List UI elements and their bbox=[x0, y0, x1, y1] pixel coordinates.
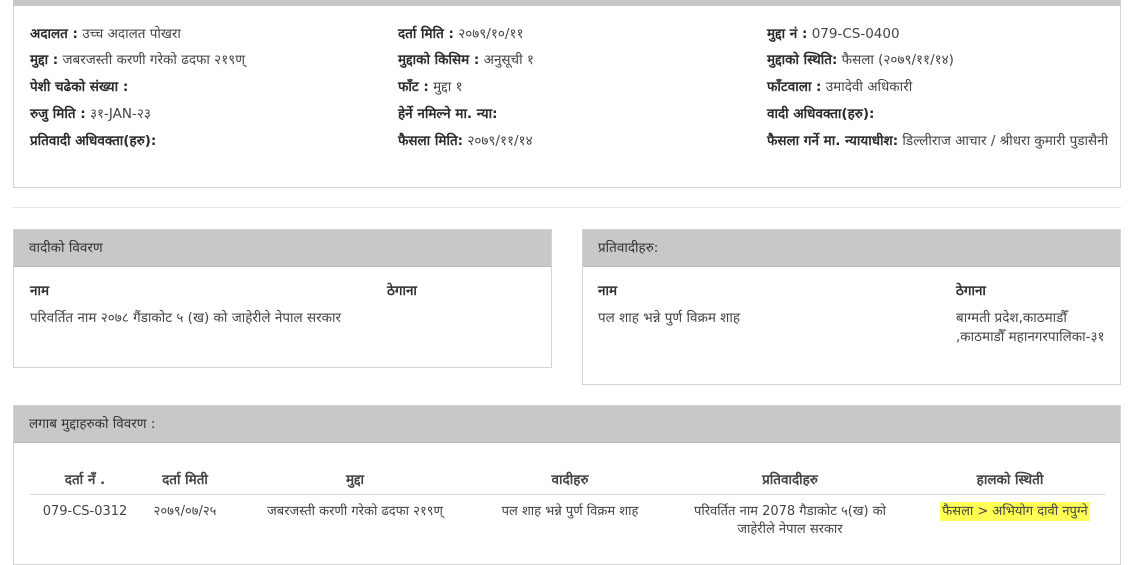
status-highlight: फैसला > अभियोग दावी नपुग्ने bbox=[940, 502, 1090, 521]
faat-label: फाँट : bbox=[398, 79, 429, 95]
filed-date-field: रुजु मिति : ३१-JAN-२३ bbox=[30, 105, 151, 124]
defendant-lawyer-label: प्रतिवादी अधिवक्ता(हरु): bbox=[30, 133, 157, 149]
verdict-judge-label: फैसला गर्ने मा. न्यायाधीश: bbox=[767, 133, 899, 149]
case-status-label: मुद्दाको स्थिति: bbox=[767, 52, 838, 68]
th-current-status: हालको स्थिती bbox=[976, 472, 1044, 488]
court-field: अदालत : उच्च अदालत पोखरा bbox=[30, 25, 181, 44]
case-info-panel: अदालत : उच्च अदालत पोखरा मुद्दा : जबरजस्… bbox=[13, 0, 1121, 188]
verdict-judge-field: फैसला गर्ने मा. न्यायाधीश: डिल्लीराज आचा… bbox=[767, 132, 1112, 151]
th-reg-no: दर्ता नँ . bbox=[64, 472, 106, 488]
td-reg-no: 079-CS-0312 bbox=[42, 504, 128, 519]
plaintiff-lawyer-label: वादी अधिवक्ता(हरु): bbox=[767, 106, 875, 122]
faat-field: फाँट : मुद्दा १ bbox=[398, 78, 463, 97]
hearing-count-field: पेशी चढेको संख्या : bbox=[30, 78, 128, 97]
defendant-name-header: नाम bbox=[598, 283, 618, 299]
case-no-label: मुद्दा नं : bbox=[767, 26, 808, 42]
defendant-name: पल शाह भन्ने पुर्ण विक्रम शाह bbox=[598, 310, 741, 326]
plaintiff-lawyer-field: वादी अधिवक्ता(हरु): bbox=[767, 105, 874, 124]
case-type-field: मुद्दाको किसिम : अनुसूची १ bbox=[398, 51, 534, 70]
faat-value: मुद्दा १ bbox=[433, 79, 463, 95]
td-plaintiffs: पल शाह भन्ने पुर्ण विक्रम शाह bbox=[501, 504, 639, 519]
case-type-value: अनुसूची १ bbox=[483, 52, 534, 68]
case-status-field: मुद्दाको स्थिति: फैसला (२०७९/११/१४) bbox=[767, 51, 954, 70]
defendant-lawyer-field: प्रतिवादी अधिवक्ता(हरु): bbox=[30, 132, 156, 151]
case-label: मुद्दा : bbox=[30, 52, 59, 68]
court-label: अदालत : bbox=[30, 26, 78, 42]
reg-date-value: २०७९/१०/११ bbox=[458, 26, 524, 42]
reg-date-field: दर्ता मिति : २०७९/१०/११ bbox=[398, 25, 523, 44]
plaintiff-panel: वादीको विवरण नाम ठेगाना परिवर्तित नाम २०… bbox=[13, 229, 552, 368]
section-divider bbox=[13, 207, 1121, 208]
td-current-status: फैसला > अभियोग दावी नपुग्ने bbox=[925, 502, 1105, 521]
td-case: जबरजस्ती करणी गरेको ढदफा २१९ण् bbox=[267, 504, 443, 519]
th-reg-date: दर्ता मिती bbox=[162, 472, 208, 488]
verdict-date-label: फैसला मिति: bbox=[398, 133, 464, 149]
plaintiff-name: परिवर्तित नाम २०७८ गैंडाकोट ५ (ख) को जाह… bbox=[30, 310, 341, 326]
verdict-judge-value: डिल्लीराज आचार / श्रीधरा कुमारी पुडासैनी bbox=[902, 133, 1109, 149]
th-defendants: प्रतिवादीहरु bbox=[762, 472, 818, 488]
th-plaintiffs: वादीहरु bbox=[551, 472, 589, 488]
judge-field: हेर्ने नमिल्ने मा. न्या: bbox=[398, 105, 497, 124]
filed-date-value: ३१-JAN-२३ bbox=[89, 106, 151, 122]
court-value: उच्च अदालत पोखरा bbox=[82, 26, 181, 42]
defendant-address-header: ठेगाना bbox=[956, 283, 986, 299]
case-type-label: मुद्दाको किसिम : bbox=[398, 52, 480, 68]
case-field: मुद्दा : जबरजस्ती करणी गरेको ढदफा २१९ण् bbox=[30, 51, 245, 70]
faatwala-label: फाँटवाला : bbox=[767, 79, 822, 95]
defendant-panel: प्रतिवादीहरु: नाम ठेगाना पल शाह भन्ने पु… bbox=[582, 229, 1121, 385]
reg-date-label: दर्ता मिति : bbox=[398, 26, 454, 42]
judge-label: हेर्ने नमिल्ने मा. न्या: bbox=[398, 106, 498, 122]
defendant-panel-title: प्रतिवादीहरु: bbox=[583, 230, 1120, 267]
th-case: मुद्दा bbox=[345, 472, 365, 488]
hearing-count-label: पेशी चढेको संख्या : bbox=[30, 79, 129, 95]
table-header-divider bbox=[30, 494, 1105, 495]
faatwala-field: फाँटवाला : उमादेवी अधिकारी bbox=[767, 78, 912, 97]
case-status-value: फैसला (२०७९/११/१४) bbox=[841, 52, 954, 68]
verdict-date-field: फैसला मिति: २०७९/११/१४ bbox=[398, 132, 533, 151]
filed-date-label: रुजु मिति : bbox=[30, 106, 86, 122]
plaintiff-address-header: ठेगाना bbox=[387, 283, 417, 299]
td-reg-date: २०७९/०७/२५ bbox=[153, 504, 217, 519]
verdict-date-value: २०७९/११/१४ bbox=[467, 133, 533, 149]
plaintiff-name-header: नाम bbox=[30, 283, 50, 299]
linked-cases-title: लगाब मुद्दाहरुको विवरण : bbox=[14, 406, 1120, 443]
plaintiff-panel-title: वादीको विवरण bbox=[14, 230, 551, 267]
case-no-value: 079-CS-0400 bbox=[811, 26, 900, 42]
defendant-address: बाग्मती प्रदेश,काठमाडौँ ,काठमाडौँ महानगर… bbox=[956, 310, 1105, 345]
case-value: जबरजस्ती करणी गरेको ढदफा २१९ण् bbox=[62, 52, 246, 68]
td-defendants: परिवर्तित नाम 2078 गैडाकोट ५(ख) को जाहेर… bbox=[693, 504, 887, 537]
faatwala-value: उमादेवी अधिकारी bbox=[825, 79, 913, 95]
case-no-field: मुद्दा नं : 079-CS-0400 bbox=[767, 25, 900, 44]
